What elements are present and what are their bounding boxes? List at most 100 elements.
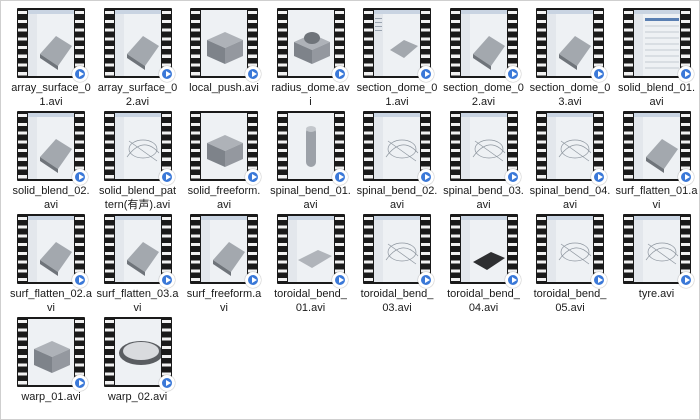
video-thumbnail[interactable] <box>276 111 348 185</box>
file-item[interactable]: solid_blend_pat tern(有声).avi <box>95 111 181 211</box>
file-item[interactable]: section_dome_0 1.avi <box>354 8 440 108</box>
video-thumbnail[interactable] <box>17 8 88 82</box>
file-name-label[interactable]: surf_flatten_03.a vi <box>95 287 181 315</box>
video-thumbnail[interactable] <box>363 111 434 185</box>
file-item[interactable]: toroidal_bend_ 04.avi <box>441 214 527 314</box>
file-name-label[interactable]: local_push.avi <box>181 81 267 95</box>
video-thumbnail[interactable] <box>103 111 175 185</box>
video-thumbnail[interactable] <box>363 8 434 82</box>
video-thumbnail[interactable] <box>17 317 88 391</box>
file-item[interactable]: solid_freeform. avi <box>181 111 267 211</box>
play-icon <box>677 272 694 288</box>
video-preview-graphic <box>374 113 420 179</box>
file-name-label[interactable]: surf_freeform.a vi <box>181 287 267 315</box>
file-name-label[interactable]: tyre.avi <box>614 287 700 301</box>
file-item[interactable]: array_surface_0 2.avi <box>95 8 181 108</box>
play-icon <box>72 272 88 288</box>
file-item[interactable]: toroidal_bend_ 05.avi <box>527 214 613 314</box>
file-item[interactable]: warp_02.avi <box>95 317 181 417</box>
video-thumbnail[interactable] <box>536 111 607 185</box>
play-icon <box>158 66 175 82</box>
file-item[interactable]: spinal_bend_03. avi <box>441 111 527 211</box>
file-item[interactable]: surf_flatten_02.a vi <box>8 214 94 314</box>
film-strip-left <box>364 214 373 284</box>
play-icon <box>158 375 175 391</box>
file-name-label[interactable]: section_dome_0 2.avi <box>441 81 527 109</box>
file-item[interactable]: radius_dome.av i <box>268 8 354 108</box>
file-name-line-2: avi <box>562 199 578 211</box>
video-thumbnail[interactable] <box>190 8 261 82</box>
video-thumbnail[interactable] <box>103 8 175 82</box>
file-name-label[interactable]: solid_blend_01. avi <box>614 81 700 109</box>
thumbnail-frame <box>114 216 161 282</box>
film-strip-left <box>277 8 287 78</box>
video-thumbnail[interactable] <box>622 111 694 185</box>
file-item[interactable]: spinal_bend_01. avi <box>268 111 354 211</box>
video-thumbnail[interactable] <box>449 8 521 82</box>
file-item[interactable]: solid_blend_02. avi <box>8 111 94 211</box>
file-name-line-2: 1.avi <box>385 96 409 108</box>
file-name-label[interactable]: warp_02.avi <box>95 390 181 404</box>
file-name-label[interactable]: spinal_bend_04. avi <box>527 184 613 212</box>
video-thumbnail[interactable] <box>449 214 521 288</box>
file-name-label[interactable]: toroidal_bend_ 04.avi <box>441 287 527 315</box>
video-thumbnail[interactable] <box>17 111 88 185</box>
file-item[interactable]: local_push.avi <box>181 8 267 108</box>
file-name-label[interactable]: toroidal_bend_ 01.avi <box>268 287 354 315</box>
file-item[interactable]: surf_flatten_01.a vi <box>614 111 700 211</box>
video-thumbnail[interactable] <box>622 8 694 82</box>
file-name-label[interactable]: spinal_bend_02. avi <box>354 184 440 212</box>
file-name-label[interactable]: toroidal_bend_ 05.avi <box>527 287 613 315</box>
file-item[interactable]: surf_freeform.a vi <box>181 214 267 314</box>
file-name-label[interactable]: array_surface_0 1.avi <box>8 81 94 109</box>
file-item[interactable]: array_surface_0 1.avi <box>8 8 94 108</box>
video-thumbnail[interactable] <box>449 111 521 185</box>
video-preview-graphic <box>201 216 247 282</box>
file-item[interactable]: toroidal_bend_ 01.avi <box>268 214 354 314</box>
video-preview-graphic <box>547 216 593 282</box>
file-name-label[interactable]: array_surface_0 2.avi <box>95 81 181 109</box>
video-preview-graphic <box>28 113 74 179</box>
video-thumbnail[interactable] <box>190 214 261 288</box>
file-name-line-1: section_dome_0 <box>356 82 438 94</box>
file-name-label[interactable]: radius_dome.av i <box>268 81 354 109</box>
file-name-line-2: avi <box>476 199 491 211</box>
file-name-label[interactable]: section_dome_0 1.avi <box>354 81 440 109</box>
file-item[interactable]: spinal_bend_04. avi <box>527 111 613 211</box>
file-item[interactable]: section_dome_0 3.avi <box>527 8 613 108</box>
video-thumbnail[interactable] <box>536 8 607 82</box>
thumbnail-frame <box>547 113 593 179</box>
file-item[interactable]: section_dome_0 2.avi <box>441 8 527 108</box>
file-item[interactable]: spinal_bend_02. avi <box>354 111 440 211</box>
video-thumbnail[interactable] <box>363 214 434 288</box>
file-name-label[interactable]: solid_blend_pat tern(有声).avi <box>95 184 181 212</box>
file-item[interactable]: toroidal_bend_ 03.avi <box>354 214 440 314</box>
file-name-label[interactable]: solid_blend_02. avi <box>8 184 94 212</box>
file-name-label[interactable]: surf_flatten_02.a vi <box>8 287 94 315</box>
thumbnail-frame <box>460 113 507 179</box>
play-icon <box>418 272 434 288</box>
file-name-line-1: toroidal_bend_ <box>274 288 347 300</box>
video-thumbnail[interactable] <box>190 111 261 185</box>
video-thumbnail[interactable] <box>276 214 348 288</box>
video-thumbnail[interactable] <box>536 214 607 288</box>
video-preview-graphic <box>547 10 593 76</box>
file-name-label[interactable]: warp_01.avi <box>8 390 94 404</box>
file-name-label[interactable]: solid_freeform. avi <box>181 184 267 212</box>
video-thumbnail[interactable] <box>622 214 694 288</box>
file-item[interactable]: surf_flatten_03.a vi <box>95 214 181 314</box>
file-name-label[interactable]: toroidal_bend_ 03.avi <box>354 287 440 315</box>
video-thumbnail[interactable] <box>103 214 175 288</box>
file-name-label[interactable]: spinal_bend_03. avi <box>441 184 527 212</box>
file-item[interactable]: tyre.avi <box>614 214 700 314</box>
file-item[interactable]: warp_01.avi <box>8 317 94 417</box>
file-name-label[interactable]: section_dome_0 3.avi <box>527 81 613 109</box>
thumbnail-frame <box>28 113 74 179</box>
video-thumbnail[interactable] <box>17 214 88 288</box>
play-icon <box>158 272 175 288</box>
file-item[interactable]: solid_blend_01. avi <box>614 8 700 108</box>
file-name-label[interactable]: spinal_bend_01. avi <box>268 184 354 212</box>
video-thumbnail[interactable] <box>276 8 348 82</box>
file-name-label[interactable]: surf_flatten_01.a vi <box>614 184 700 212</box>
video-thumbnail[interactable] <box>103 317 175 391</box>
